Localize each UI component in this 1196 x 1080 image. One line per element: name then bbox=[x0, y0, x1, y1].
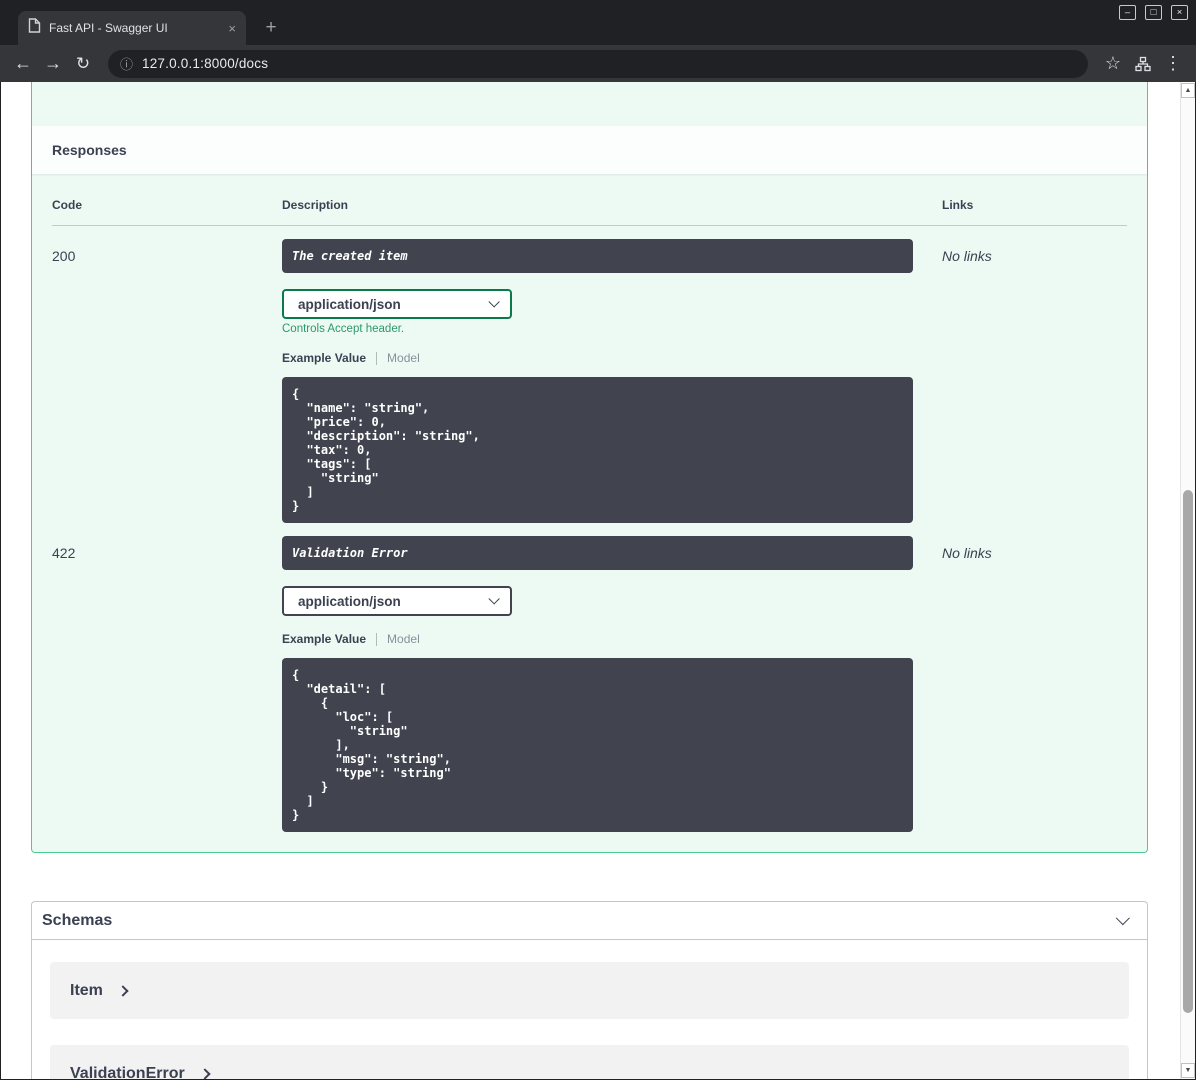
responses-table: Code Description Links 200 The created i… bbox=[32, 174, 1147, 852]
titlebar: Fast API - Swagger UI × + – □ × bbox=[0, 0, 1196, 45]
response-description-cell: The created item application/json Contro… bbox=[282, 239, 942, 523]
example-json: { "name": "string", "price": 0, "descrip… bbox=[292, 387, 480, 513]
response-links: No links bbox=[942, 545, 992, 561]
model-title: ValidationError bbox=[70, 1064, 185, 1080]
window-controls: – □ × bbox=[1119, 5, 1188, 20]
schemas-header[interactable]: Schemas bbox=[32, 902, 1147, 940]
tab-separator bbox=[376, 351, 378, 365]
example-code-block: { "name": "string", "price": 0, "descrip… bbox=[282, 377, 913, 523]
browser-window: Fast API - Swagger UI × + – □ × ← → ↻ ⓘ … bbox=[0, 0, 1196, 1080]
reload-icon[interactable]: ↻ bbox=[70, 51, 96, 77]
response-code: 422 bbox=[52, 545, 76, 561]
chevron-down-icon bbox=[488, 593, 500, 605]
new-tab-button[interactable]: + bbox=[258, 15, 284, 41]
minimize-button[interactable]: – bbox=[1119, 5, 1136, 20]
response-row-422: 422 Validation Error application/json Ex… bbox=[52, 523, 1127, 832]
response-description-block: The created item bbox=[282, 239, 913, 273]
browser-toolbar: ← → ↻ ⓘ 127.0.0.1:8000/docs ☆ ⋮ bbox=[0, 45, 1196, 82]
chevron-right-icon bbox=[199, 1067, 211, 1079]
maximize-button[interactable]: □ bbox=[1145, 5, 1162, 20]
page-favicon-icon bbox=[28, 18, 41, 38]
address-bar[interactable]: ⓘ 127.0.0.1:8000/docs bbox=[108, 49, 1088, 78]
tab-model[interactable]: Model bbox=[387, 632, 420, 646]
col-header-code: Code bbox=[52, 198, 82, 212]
col-header-links: Links bbox=[942, 198, 974, 212]
tab-separator bbox=[376, 632, 378, 646]
example-model-tabs: Example Value Model bbox=[282, 351, 942, 365]
opblock-responses: Responses Code Description Links 200 The… bbox=[31, 82, 1148, 853]
tab-model[interactable]: Model bbox=[387, 351, 420, 365]
response-row-200: 200 The created item application/json Co… bbox=[52, 226, 1127, 523]
tab-title: Fast API - Swagger UI bbox=[49, 21, 168, 35]
page-content: Responses Code Description Links 200 The… bbox=[1, 82, 1195, 1079]
response-description-text: Validation Error bbox=[292, 546, 408, 560]
scroll-up-icon[interactable]: ▲ bbox=[1181, 83, 1195, 98]
response-code: 200 bbox=[52, 248, 76, 264]
media-type-value: application/json bbox=[298, 593, 401, 609]
bookmark-star-icon[interactable]: ☆ bbox=[1100, 51, 1126, 77]
response-description-text: The created item bbox=[292, 249, 408, 263]
media-type-select[interactable]: application/json bbox=[282, 289, 512, 319]
tab-example-value[interactable]: Example Value bbox=[282, 632, 366, 646]
tab-close-icon[interactable]: × bbox=[228, 21, 236, 36]
media-type-select[interactable]: application/json bbox=[282, 586, 512, 616]
example-code-block: { "detail": [ { "loc": [ "string" ], "ms… bbox=[282, 658, 913, 832]
response-description-block: Validation Error bbox=[282, 536, 913, 570]
controls-accept-note: Controls Accept header. bbox=[282, 323, 405, 335]
model-validationerror[interactable]: ValidationError bbox=[50, 1045, 1129, 1079]
chevron-down-icon bbox=[488, 296, 500, 308]
responses-table-header: Code Description Links bbox=[52, 198, 1127, 226]
browser-tab[interactable]: Fast API - Swagger UI × bbox=[18, 11, 246, 45]
schemas-section: Schemas Item ValidationError bbox=[31, 901, 1148, 1079]
scrollbar-thumb[interactable] bbox=[1183, 490, 1193, 1013]
opblock-gap bbox=[32, 82, 1147, 126]
forward-icon[interactable]: → bbox=[40, 51, 66, 77]
schemas-title: Schemas bbox=[42, 911, 113, 929]
chevron-down-icon bbox=[1115, 910, 1130, 925]
url-text: 127.0.0.1:8000/docs bbox=[142, 56, 269, 71]
menu-dots-icon[interactable]: ⋮ bbox=[1160, 51, 1186, 77]
schemas-body: Item ValidationError bbox=[32, 940, 1147, 1079]
scrollbar[interactable]: ▲ ▼ bbox=[1180, 82, 1195, 1079]
close-button[interactable]: × bbox=[1171, 5, 1188, 20]
responses-section-header: Responses bbox=[32, 126, 1147, 174]
scroll-down-icon[interactable]: ▼ bbox=[1181, 1063, 1195, 1078]
col-header-description: Description bbox=[282, 198, 349, 212]
sitemap-icon[interactable] bbox=[1130, 51, 1156, 77]
responses-heading: Responses bbox=[52, 142, 127, 158]
back-icon[interactable]: ← bbox=[10, 51, 36, 77]
media-type-value: application/json bbox=[298, 296, 401, 312]
tab-example-value[interactable]: Example Value bbox=[282, 351, 366, 365]
response-links: No links bbox=[942, 248, 992, 264]
example-json: { "detail": [ { "loc": [ "string" ], "ms… bbox=[292, 668, 451, 822]
model-title: Item bbox=[70, 981, 103, 999]
response-description-cell: Validation Error application/json Exampl… bbox=[282, 536, 942, 832]
example-model-tabs: Example Value Model bbox=[282, 632, 942, 646]
chevron-right-icon bbox=[117, 984, 129, 997]
model-item[interactable]: Item bbox=[50, 962, 1129, 1019]
site-info-icon[interactable]: ⓘ bbox=[120, 54, 133, 73]
